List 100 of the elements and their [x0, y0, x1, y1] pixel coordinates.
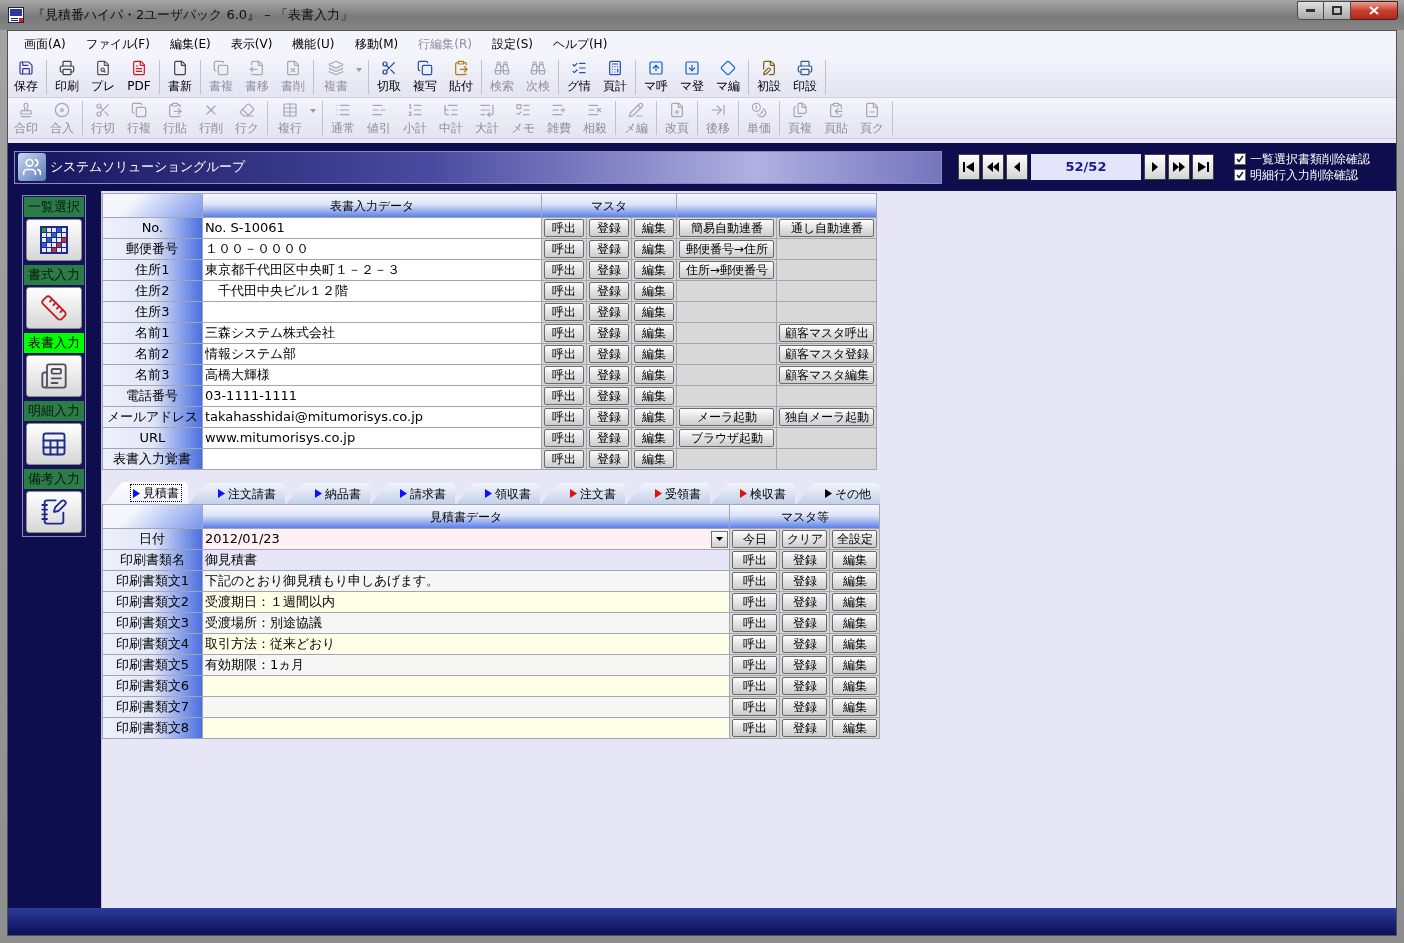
master-button[interactable]: 編集: [634, 429, 675, 447]
menu-item[interactable]: ファイル(F): [75, 32, 160, 55]
master-button[interactable]: 編集: [634, 408, 675, 426]
sidebar-button[interactable]: [26, 423, 82, 465]
text-field[interactable]: 受渡場所：別途協議: [202, 613, 731, 634]
action-button[interactable]: 顧客マスタ呼出: [779, 324, 875, 342]
master-button[interactable]: 呼出: [544, 324, 585, 342]
text-field[interactable]: 受渡期日：１週間以内: [202, 592, 731, 613]
date-field[interactable]: 2012/01/23: [202, 529, 731, 550]
master-button[interactable]: 呼出: [732, 614, 778, 632]
master-button[interactable]: 編集: [832, 698, 877, 716]
master-button[interactable]: 登録: [589, 408, 630, 426]
master-button[interactable]: 登録: [589, 219, 630, 237]
toolbar-button[interactable]: プレ: [85, 57, 121, 96]
action-button[interactable]: 住所→郵便番号: [679, 261, 775, 279]
next-record-button[interactable]: [1144, 154, 1166, 180]
master-button[interactable]: 登録: [589, 429, 630, 447]
text-field[interactable]: 三森システム株式会社: [202, 323, 543, 344]
text-field[interactable]: [202, 718, 731, 739]
sidebar-button[interactable]: [26, 219, 82, 261]
master-button[interactable]: 登録: [589, 387, 630, 405]
text-field[interactable]: 有効期限：1ヵ月: [202, 655, 731, 676]
text-field[interactable]: 高橋大輝様: [202, 365, 543, 386]
text-field[interactable]: 千代田中央ビル１２階: [202, 281, 543, 302]
action-button[interactable]: 顧客マスタ編集: [779, 366, 875, 384]
master-button[interactable]: 編集: [832, 677, 877, 695]
checkbox[interactable]: [1234, 169, 1246, 181]
action-button[interactable]: 簡易自動連番: [679, 219, 775, 237]
first-record-button[interactable]: [958, 154, 980, 180]
toolbar-button[interactable]: PDF: [121, 57, 157, 96]
master-button[interactable]: 登録: [589, 303, 630, 321]
toolbar-button[interactable]: マ呼: [638, 57, 674, 96]
master-button[interactable]: 編集: [634, 366, 675, 384]
master-button[interactable]: 呼出: [732, 698, 778, 716]
master-button[interactable]: 編集: [832, 719, 877, 737]
previous-record-button[interactable]: [1006, 154, 1028, 180]
tab[interactable]: 請求書: [371, 483, 455, 504]
master-button[interactable]: 呼出: [544, 429, 585, 447]
master-button[interactable]: 登録: [589, 450, 630, 468]
master-button[interactable]: 呼出: [544, 303, 585, 321]
tab[interactable]: 受領書: [626, 483, 710, 504]
master-button[interactable]: 登録: [782, 614, 828, 632]
toolbar-button[interactable]: 印刷: [49, 57, 85, 96]
master-button[interactable]: 登録: [589, 324, 630, 342]
master-button[interactable]: 編集: [832, 572, 877, 590]
master-button[interactable]: 登録: [782, 572, 828, 590]
toolbar-button[interactable]: マ編: [710, 57, 746, 96]
sidebar-button[interactable]: [26, 287, 82, 329]
master-button[interactable]: 呼出: [544, 450, 585, 468]
master-button[interactable]: 編集: [832, 656, 877, 674]
menu-item[interactable]: 設定(S): [481, 32, 543, 55]
master-button[interactable]: 編集: [634, 261, 675, 279]
text-field[interactable]: No. S-10061: [202, 218, 543, 239]
action-button[interactable]: 通し自動連番: [779, 219, 875, 237]
master-button[interactable]: 編集: [634, 303, 675, 321]
master-button[interactable]: 編集: [832, 614, 877, 632]
tab[interactable]: 見積書: [104, 482, 188, 504]
master-button[interactable]: 編集: [634, 282, 675, 300]
sidebar-button[interactable]: [26, 491, 82, 533]
text-field[interactable]: 下記のとおり御見積もり申しあげます。: [202, 571, 731, 592]
master-button[interactable]: 呼出: [732, 677, 778, 695]
toolbar-button[interactable]: グ情: [561, 57, 597, 96]
master-button[interactable]: 呼出: [732, 656, 778, 674]
tab[interactable]: 注文書: [541, 483, 625, 504]
tab[interactable]: 検収書: [711, 483, 795, 504]
text-field[interactable]: [202, 676, 731, 697]
toolbar-button[interactable]: 書新: [162, 57, 198, 96]
master-button[interactable]: 呼出: [732, 551, 778, 569]
master-button[interactable]: 呼出: [544, 219, 585, 237]
toolbar-button[interactable]: 頁計: [597, 57, 633, 96]
master-button[interactable]: 呼出: [732, 572, 778, 590]
master-button[interactable]: 編集: [634, 324, 675, 342]
sidebar-button[interactable]: [26, 355, 82, 397]
tab[interactable]: 納品書: [286, 483, 370, 504]
master-button[interactable]: 登録: [782, 593, 828, 611]
action-button[interactable]: 独自メーラ起動: [779, 408, 875, 426]
master-button[interactable]: 呼出: [732, 635, 778, 653]
master-button[interactable]: 呼出: [544, 408, 585, 426]
master-button[interactable]: クリア: [782, 530, 828, 548]
toolbar-button[interactable]: 初設: [751, 57, 787, 96]
tab[interactable]: その他: [796, 483, 880, 504]
menu-item[interactable]: 表示(V): [220, 32, 283, 55]
text-field[interactable]: 03-1111-1111: [202, 386, 543, 407]
text-field[interactable]: [202, 697, 731, 718]
text-field[interactable]: takahasshidai@mitumorisys.co.jp: [202, 407, 543, 428]
master-button[interactable]: 登録: [782, 656, 828, 674]
action-button[interactable]: メーラ起動: [679, 408, 775, 426]
checkbox[interactable]: [1234, 153, 1246, 165]
text-field[interactable]: 情報システム部: [202, 344, 543, 365]
toolbar-button[interactable]: 貼付: [443, 57, 479, 96]
text-field[interactable]: www.mitumorisys.co.jp: [202, 428, 543, 449]
master-button[interactable]: 登録: [782, 719, 828, 737]
master-button[interactable]: 登録: [589, 282, 630, 300]
maximize-button[interactable]: [1324, 1, 1351, 20]
master-button[interactable]: 登録: [589, 261, 630, 279]
master-button[interactable]: 登録: [782, 677, 828, 695]
menu-item[interactable]: 機能(U): [282, 32, 345, 55]
close-button[interactable]: [1351, 1, 1398, 20]
master-button[interactable]: 呼出: [544, 261, 585, 279]
toolbar-button[interactable]: 保存: [8, 57, 44, 96]
